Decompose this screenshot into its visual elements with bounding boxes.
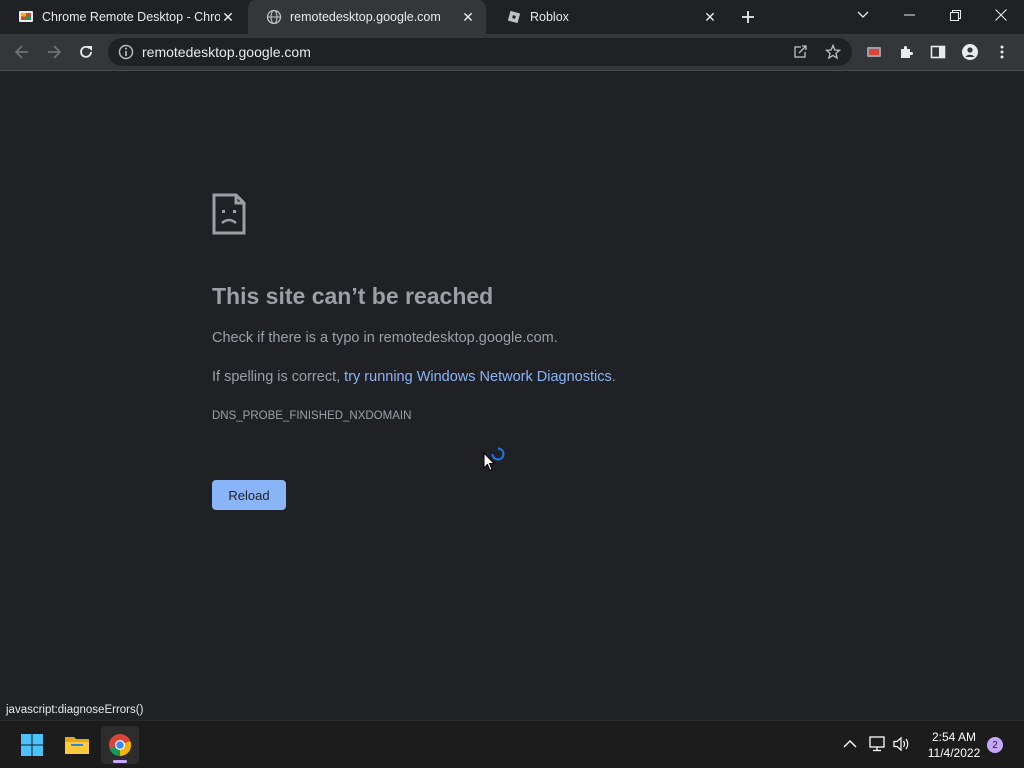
status-bubble: javascript:diagnoseErrors()	[0, 700, 150, 720]
start-button[interactable]	[13, 726, 51, 764]
restore-button[interactable]	[935, 0, 975, 30]
chrome-remote-desktop-extension-icon[interactable]	[866, 44, 882, 60]
error-suggestion: Check if there is a typo in remotedeskto…	[212, 330, 558, 346]
roblox-icon	[507, 10, 521, 24]
diagnostics-link[interactable]: try running Windows Network Diagnostics	[344, 369, 612, 385]
profile-icon[interactable]	[962, 44, 978, 60]
reload-button-page[interactable]: Reload	[212, 480, 286, 510]
star-icon[interactable]	[825, 44, 841, 60]
chevron-up-icon[interactable]	[843, 739, 857, 749]
mouse-cursor-icon	[483, 452, 495, 472]
tab-title: Roblox	[530, 10, 569, 24]
close-icon[interactable]: ✕	[220, 9, 236, 25]
page-content: This site can’t be reached Check if ther…	[0, 71, 1024, 697]
close-window-button[interactable]	[981, 0, 1021, 30]
tab-chrome-remote-desktop[interactable]: Chrome Remote Desktop - Chrom ✕	[0, 0, 246, 34]
side-panel-icon[interactable]	[930, 44, 946, 60]
windows-taskbar: 2:54 AM 11/4/2022 2	[0, 720, 1024, 768]
sad-page-icon	[212, 193, 246, 235]
puzzle-icon[interactable]	[898, 44, 914, 60]
share-icon[interactable]	[792, 44, 808, 60]
refresh-icon	[80, 45, 92, 58]
folder-icon	[65, 737, 89, 754]
system-clock[interactable]: 2:54 AM 11/4/2022	[918, 729, 990, 761]
chevron-down-icon	[857, 11, 869, 18]
plus-icon	[742, 11, 754, 23]
volume-icon[interactable]	[893, 736, 911, 752]
forward-button[interactable]	[42, 40, 66, 64]
active-app-indicator	[113, 760, 127, 763]
error-diagnostics-text: If spelling is correct, try running Wind…	[212, 369, 616, 385]
tab-title: remotedesktop.google.com	[290, 10, 441, 24]
diagnostics-prefix: If spelling is correct,	[212, 369, 345, 385]
tab-search-button[interactable]	[843, 0, 883, 30]
url-text: remotedesktop.google.com	[142, 44, 311, 60]
minimize-button[interactable]	[889, 0, 929, 30]
chrome-taskbar-button[interactable]	[101, 726, 139, 764]
tab-roblox[interactable]: Roblox ✕	[488, 0, 728, 34]
tab-strip: Chrome Remote Desktop - Chrom ✕ remotede…	[0, 0, 1024, 34]
reload-button[interactable]	[74, 40, 98, 64]
globe-icon	[266, 9, 282, 25]
back-button[interactable]	[10, 40, 34, 64]
more-vertical-icon[interactable]	[994, 44, 1010, 60]
tab-remotedesktop[interactable]: remotedesktop.google.com ✕	[248, 0, 486, 34]
windows-logo-icon	[21, 734, 43, 756]
new-tab-button[interactable]	[736, 5, 760, 29]
chrome-icon	[109, 734, 132, 757]
close-icon[interactable]: ✕	[702, 9, 718, 25]
chrome-remote-desktop-icon	[19, 11, 33, 22]
error-title: This site can’t be reached	[212, 283, 494, 309]
arrow-left-icon	[14, 45, 28, 59]
tab-title: Chrome Remote Desktop - Chrom	[42, 10, 220, 24]
restore-icon	[949, 9, 961, 21]
info-icon[interactable]	[118, 44, 134, 60]
error-code: DNS_PROBE_FINISHED_NXDOMAIN	[212, 410, 412, 422]
clock-date: 11/4/2022	[927, 746, 981, 760]
network-icon[interactable]	[869, 736, 887, 752]
close-icon[interactable]: ✕	[460, 9, 476, 25]
address-bar[interactable]: remotedesktop.google.com	[108, 38, 852, 66]
clock-time: 2:54 AM	[931, 730, 977, 744]
file-explorer-button[interactable]	[58, 726, 96, 764]
notification-badge[interactable]: 2	[987, 737, 1003, 753]
close-icon	[995, 9, 1007, 21]
diagnostics-suffix: .	[611, 369, 616, 385]
arrow-right-icon	[48, 45, 62, 59]
minimize-icon	[903, 14, 915, 16]
